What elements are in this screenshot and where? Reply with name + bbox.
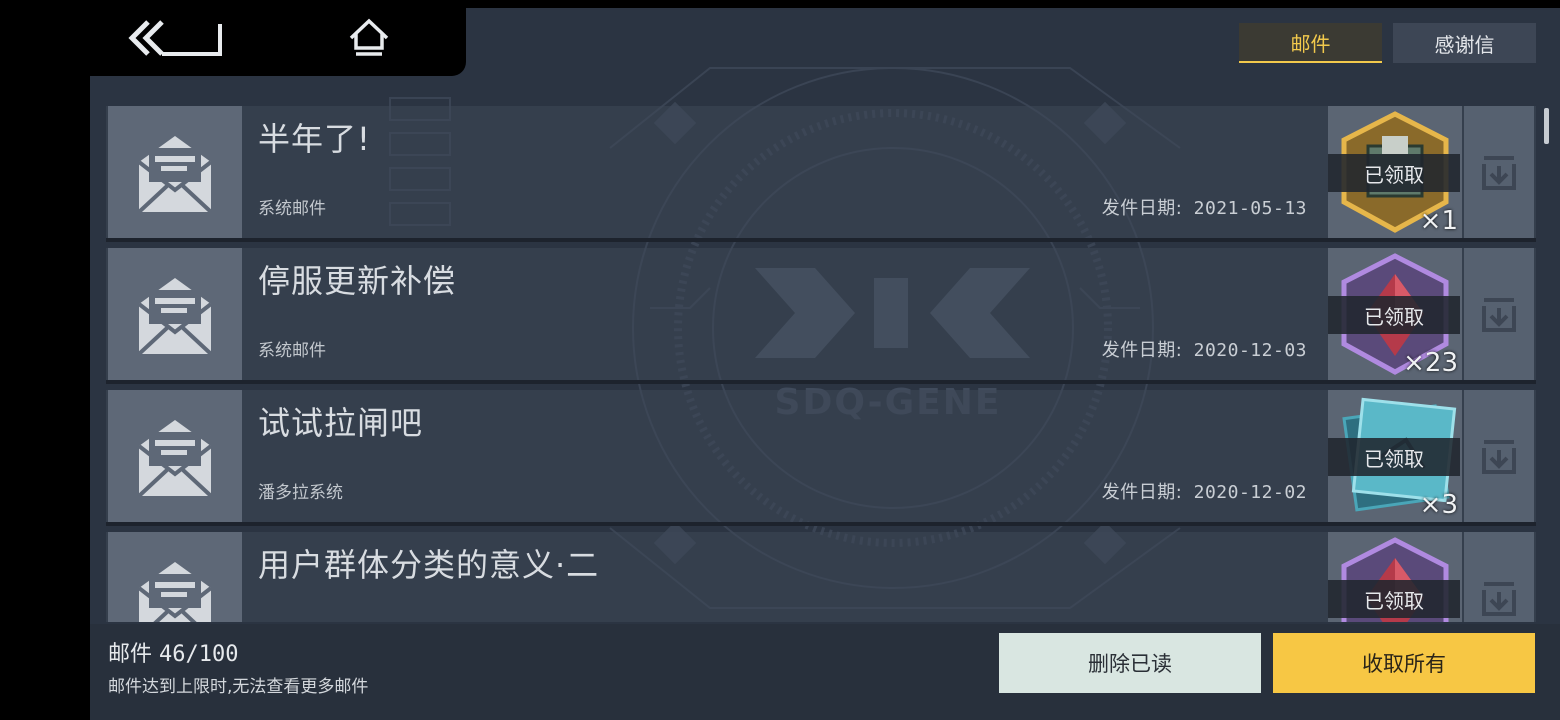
mail-count: 邮件 46/100 [108, 636, 239, 668]
download-tray-icon [1482, 156, 1516, 190]
open-envelope-icon [137, 562, 213, 622]
date-value: 2020-12-02 [1193, 482, 1307, 503]
collect-button[interactable] [1464, 248, 1534, 380]
home-button[interactable] [330, 10, 408, 66]
envelope-thumbnail [108, 106, 242, 238]
claimed-badge: 已领取 [1328, 438, 1460, 476]
reward-item[interactable]: 已领取 [1328, 532, 1462, 622]
mail-row[interactable]: 试试拉闸吧 潘多拉系统 发件日期: 2020-12-02 已领取 ×3 [106, 390, 1536, 526]
mail-date: 发件日期: 2020-12-02 [1102, 478, 1307, 504]
top-nav [90, 0, 466, 76]
download-tray-icon [1482, 582, 1516, 616]
claimed-badge: 已领取 [1328, 580, 1460, 618]
open-envelope-icon [137, 420, 213, 498]
date-label: 发件日期: [1101, 482, 1183, 503]
mail-date: 发件日期: 2021-05-13 [1102, 194, 1307, 220]
collect-button[interactable] [1464, 390, 1534, 522]
tab-thank-you-letters[interactable]: 感谢信 [1393, 23, 1536, 63]
date-label: 发件日期: [1101, 340, 1183, 361]
mail-subject: 半年了! [258, 120, 371, 158]
claimed-badge: 已领取 [1328, 296, 1460, 334]
reward-quantity: ×23 [1403, 348, 1458, 378]
mail-sender: 潘多拉系统 [258, 483, 343, 503]
download-tray-icon [1482, 298, 1516, 332]
download-tray-icon [1482, 440, 1516, 474]
tab-mail[interactable]: 邮件 [1239, 23, 1382, 63]
collect-button[interactable] [1464, 106, 1534, 238]
mail-list: 半年了! 系统邮件 发件日期: 2021-05-13 已领取 ×1 停服更新补偿… [106, 106, 1536, 622]
reward-item[interactable]: 已领取 ×3 [1328, 390, 1462, 522]
envelope-thumbnail [108, 532, 242, 622]
envelope-thumbnail [108, 390, 242, 522]
date-label: 发件日期: [1101, 198, 1183, 219]
mail-date: 发件日期: 2020-12-03 [1102, 336, 1307, 362]
back-button[interactable] [126, 10, 226, 66]
mail-row[interactable]: 停服更新补偿 系统邮件 发件日期: 2020-12-03 已领取 ×23 [106, 248, 1536, 384]
mail-subject: 用户群体分类的意义·二 [258, 546, 600, 584]
open-envelope-icon [137, 278, 213, 356]
claimed-badge: 已领取 [1328, 154, 1460, 192]
reward-quantity: ×1 [1419, 206, 1458, 236]
claim-all-button[interactable]: 收取所有 [1273, 633, 1535, 693]
reward-quantity: ×3 [1419, 490, 1458, 520]
mail-row[interactable]: 用户群体分类的意义·二 已领取 [106, 532, 1536, 622]
date-value: 2021-05-13 [1193, 198, 1307, 219]
mail-sender: 系统邮件 [258, 199, 326, 219]
home-icon [349, 18, 389, 56]
reward-item[interactable]: 已领取 ×23 [1328, 248, 1462, 380]
delete-read-button[interactable]: 删除已读 [999, 633, 1261, 693]
open-envelope-icon [137, 136, 213, 214]
envelope-thumbnail [108, 248, 242, 380]
mail-subject: 试试拉闸吧 [258, 404, 424, 442]
mail-count-label: 邮件 [108, 642, 153, 667]
mail-limit-note: 邮件达到上限时,无法查看更多邮件 [108, 677, 369, 697]
mail-row[interactable]: 半年了! 系统邮件 发件日期: 2021-05-13 已领取 ×1 [106, 106, 1536, 242]
mail-count-value: 46/100 [159, 642, 239, 667]
date-value: 2020-12-03 [1193, 340, 1307, 361]
reward-item[interactable]: 已领取 ×1 [1328, 106, 1462, 238]
collect-button[interactable] [1464, 532, 1534, 622]
list-scrollbar[interactable] [1544, 108, 1549, 144]
mail-subject: 停服更新补偿 [258, 262, 457, 300]
double-chevron-back-icon [128, 20, 222, 56]
mail-sender: 系统邮件 [258, 341, 326, 361]
